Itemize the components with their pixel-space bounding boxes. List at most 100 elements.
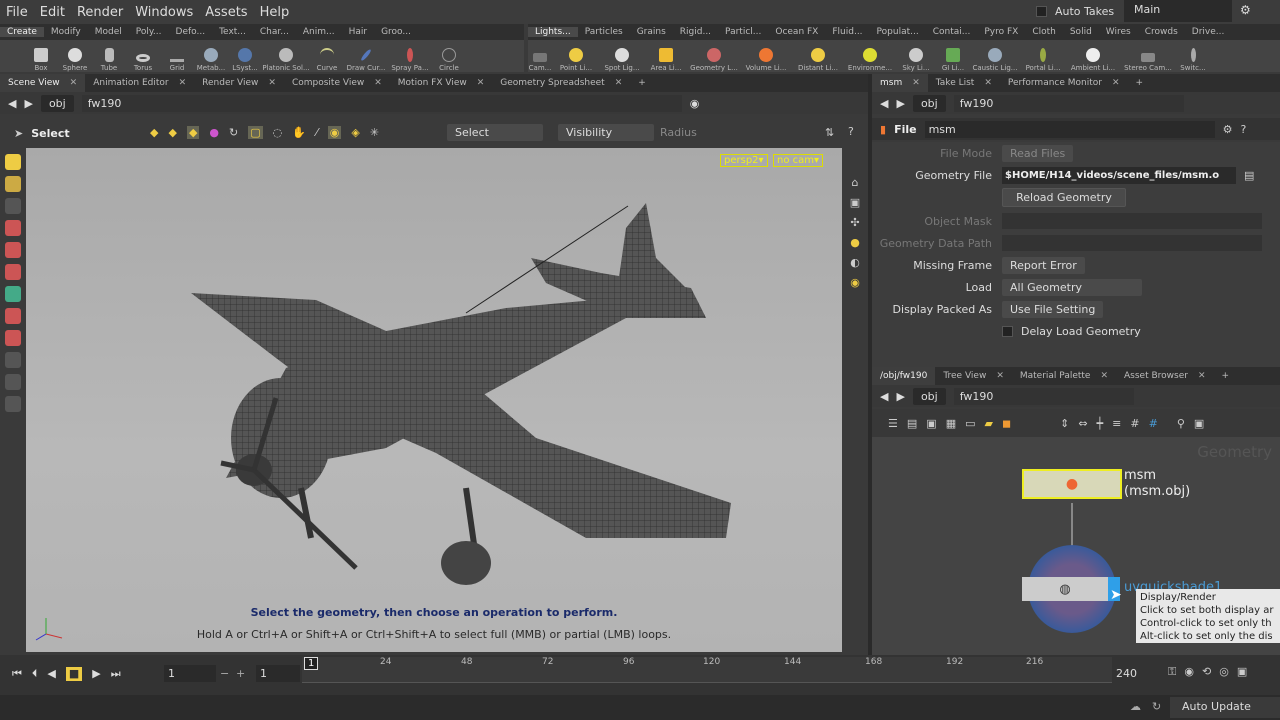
laser-icon[interactable]: ⁄ — [316, 126, 318, 139]
curve-tool[interactable]: Curve — [310, 40, 344, 72]
image-icon[interactable]: ▣ — [1194, 417, 1204, 430]
persp-camera-menu[interactable]: persp2▾ — [720, 154, 768, 167]
sky-light-tool[interactable]: Sky Li... — [896, 40, 936, 72]
tab-material-palette[interactable]: Material Palette ✕ — [1012, 367, 1116, 385]
tab-tree-view[interactable]: Tree View ✕ — [935, 367, 1012, 385]
area-light-tool[interactable]: Area Li... — [644, 40, 688, 72]
tab-performance-monitor[interactable]: Performance Monitor ✕ — [1000, 74, 1128, 92]
menu-assets[interactable]: Assets — [199, 5, 253, 20]
tab-geometry-spreadsheet[interactable]: Geometry Spreadsheet ✕ — [492, 74, 630, 92]
grid-tool[interactable]: Grid — [160, 40, 194, 72]
jump-start-icon[interactable]: ⏮ — [12, 667, 22, 681]
start-frame-field[interactable]: 1 — [256, 665, 300, 682]
lock-icon[interactable]: ▣ — [842, 196, 868, 216]
close-icon[interactable]: ✕ — [912, 78, 920, 88]
vertices-icon[interactable]: ● — [209, 126, 219, 139]
wire-icon[interactable]: ≡ — [1112, 417, 1121, 430]
shelf-tab[interactable]: Char... — [253, 27, 296, 37]
settings-icon[interactable]: ▣ — [1237, 665, 1247, 679]
shelf-tab[interactable]: Rigid... — [673, 27, 718, 37]
forward-icon[interactable]: ▶ — [24, 97, 32, 110]
shelf-tab-lights[interactable]: Lights... — [528, 27, 578, 37]
file-mode-menu[interactable]: Read Files — [1002, 144, 1074, 162]
rotate-icon[interactable]: ↻ — [229, 126, 238, 139]
shelf-tab[interactable]: Model — [88, 27, 129, 37]
toolbar-options-icon[interactable]: ⇅ — [825, 126, 834, 139]
torus-tool[interactable]: Torus — [126, 40, 160, 72]
end-frame-field[interactable]: 240 — [1116, 667, 1137, 680]
draw-curve-tool[interactable]: Draw Cur... — [344, 40, 388, 72]
shelf-tab[interactable]: Pyro FX — [977, 27, 1025, 37]
node-msm[interactable]: ● — [1022, 469, 1122, 499]
palette-icon[interactable]: ◼ — [1002, 417, 1011, 430]
keys-icon[interactable]: ⚿ — [1168, 665, 1176, 679]
network-editor[interactable]: Geometry ● msm (msm.obj) ◍ uvquickshade1… — [872, 437, 1280, 655]
shelf-tab[interactable]: Crowds — [1138, 27, 1185, 37]
brush-icon[interactable]: ✋ — [292, 126, 306, 139]
shelf-tab-create[interactable]: Create — [0, 27, 44, 37]
auto-takes-checkbox[interactable] — [1036, 6, 1047, 17]
load-menu[interactable]: All Geometry — [1002, 278, 1142, 296]
lasso-icon[interactable]: ◌ — [273, 126, 283, 139]
close-icon[interactable]: ✕ — [268, 78, 276, 88]
shelf-tab[interactable]: Ocean FX — [768, 27, 825, 37]
current-frame-field[interactable]: 1 — [164, 665, 216, 682]
scene-viewport[interactable]: persp2▾ no cam▾ Select the geometry, the… — [26, 148, 842, 652]
path-obj[interactable]: obj — [912, 94, 946, 112]
close-icon[interactable]: ✕ — [1112, 78, 1120, 88]
stereo-camera-tool[interactable]: Stereo Cam... — [1120, 40, 1176, 72]
object-mask-input[interactable] — [1002, 213, 1262, 229]
back-icon[interactable]: ◀ — [880, 97, 888, 110]
display-packed-menu[interactable]: Use File Setting — [1002, 300, 1104, 318]
path-obj[interactable]: obj — [912, 387, 946, 405]
tab-render-view[interactable]: Render View ✕ — [194, 74, 284, 92]
tab-motion-fx-view[interactable]: Motion FX View ✕ — [390, 74, 492, 92]
visibility-menu[interactable]: Visibility — [558, 124, 654, 141]
sphere-tool[interactable]: Sphere — [58, 40, 92, 72]
align-icon[interactable]: ⇔ — [1078, 417, 1087, 430]
tube-tool[interactable]: Tube — [92, 40, 126, 72]
desktop-select[interactable]: Main — [1124, 0, 1232, 22]
delay-load-checkbox[interactable] — [1002, 325, 1013, 337]
auto-update-menu[interactable]: Auto Update — [1170, 697, 1280, 718]
metaball-tool[interactable]: Metab... — [194, 40, 228, 72]
box-tool[interactable]: Box — [24, 40, 58, 72]
close-icon[interactable]: ✕ — [179, 78, 187, 88]
close-icon[interactable]: ✕ — [70, 78, 78, 88]
tab-parameters[interactable]: msm ✕ — [872, 74, 928, 92]
sheet-icon[interactable]: ▤ — [907, 417, 917, 430]
no-cam-menu[interactable]: no cam▾ — [773, 154, 824, 167]
close-icon[interactable]: ✕ — [996, 371, 1004, 381]
close-icon[interactable]: ✕ — [984, 78, 992, 88]
tab-scene-view[interactable]: Scene View ✕ — [0, 74, 86, 92]
grid-icon[interactable]: # — [1130, 417, 1139, 430]
shading-icon[interactable]: ◉ — [842, 276, 868, 296]
shelf-tab[interactable]: Contai... — [926, 27, 978, 37]
forward-icon[interactable]: ▶ — [896, 97, 904, 110]
file-chooser-icon[interactable]: ▤ — [1244, 169, 1254, 182]
menu-windows[interactable]: Windows — [129, 5, 199, 20]
path-obj[interactable]: obj — [40, 94, 74, 112]
select-menu[interactable]: Select — [447, 124, 543, 141]
platonic-tool[interactable]: Platonic Sol... — [262, 40, 310, 72]
shelf-tab[interactable]: Groo... — [374, 27, 418, 37]
pose-icon[interactable] — [5, 286, 21, 302]
view-icon[interactable] — [5, 352, 21, 368]
loop-icon[interactable]: ⟲ — [1202, 665, 1211, 679]
gear-icon[interactable]: ⚙ — [1240, 3, 1251, 17]
close-icon[interactable]: ✕ — [615, 78, 623, 88]
magnet-icon[interactable] — [5, 308, 21, 324]
light-icon[interactable]: ● — [842, 236, 868, 256]
camera-tool-icon[interactable] — [5, 396, 21, 412]
gear-icon[interactable]: ⚙ — [1223, 123, 1233, 136]
shelf-tab[interactable]: Particl... — [718, 27, 768, 37]
peak-icon[interactable] — [5, 330, 21, 346]
ambient-light-tool[interactable]: Ambient Li... — [1066, 40, 1120, 72]
menu-file[interactable]: File — [0, 5, 34, 20]
shelf-tab[interactable]: Particles — [578, 27, 630, 37]
menu-render[interactable]: Render — [71, 5, 129, 20]
pin-icon[interactable]: ◉ — [690, 97, 700, 110]
add-tab-icon[interactable]: + — [630, 74, 654, 92]
jump-end-icon[interactable]: ⏭ — [111, 667, 121, 681]
node-uvquickshade1[interactable]: ◍ — [1022, 577, 1108, 601]
